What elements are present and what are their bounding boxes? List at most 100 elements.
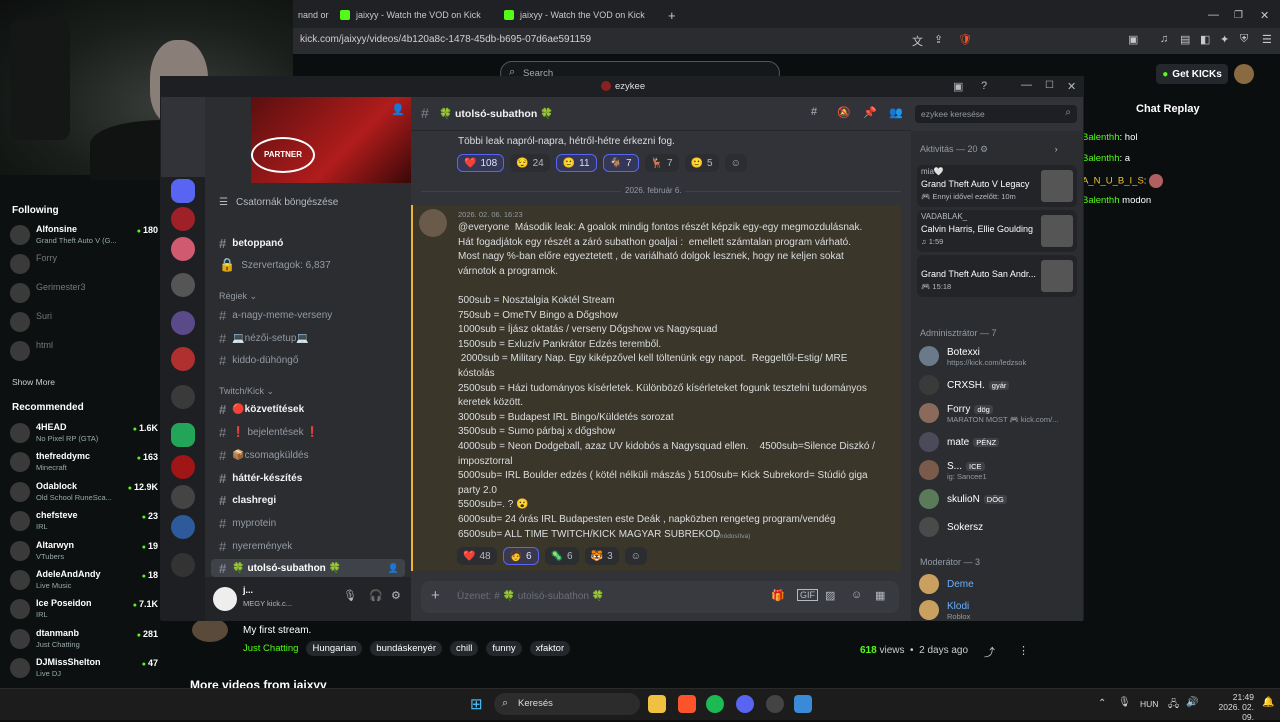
minimize-window-button[interactable]: — xyxy=(1200,4,1227,26)
channel-item[interactable]: # clashregi xyxy=(219,491,276,509)
server-icon[interactable] xyxy=(171,455,195,479)
reaction-button[interactable]: 🐐 7 xyxy=(602,154,639,172)
tag-pill[interactable]: bundáskenyér xyxy=(370,641,442,656)
minimize-button[interactable]: — xyxy=(1021,79,1032,91)
category-regiek[interactable]: Régiek ⌄ xyxy=(219,291,257,302)
invite-icon[interactable]: 👤 xyxy=(388,563,399,574)
reaction-button[interactable]: 🐯 3 xyxy=(584,547,619,565)
add-reaction-icon[interactable]: ☺ xyxy=(724,154,747,172)
brave-browser-icon[interactable] xyxy=(678,695,696,713)
channel-item[interactable]: # ❗ bejelentések ❗ xyxy=(219,423,319,441)
obs-icon[interactable] xyxy=(766,695,784,713)
microphone-icon[interactable]: 🎙 xyxy=(343,589,357,602)
taskbar-search[interactable]: ⌕ Keresés xyxy=(494,693,640,715)
recommended-item[interactable]: OdablockOld School RuneSca... 12.9K xyxy=(10,480,160,508)
activity-card[interactable]: VADABLAK_ Calvin Harris, Ellie Goulding ♫ … xyxy=(917,210,1077,252)
reaction-button[interactable]: 🙂 5 xyxy=(684,154,719,172)
channel-betoppano[interactable]: # betoppanó xyxy=(219,234,283,252)
following-item[interactable]: Alfonsine Grand Theft Auto V (G... 180 xyxy=(10,223,160,251)
avatar[interactable] xyxy=(1234,64,1254,84)
recommended-item[interactable]: 4HEAD No Pixel RP (GTA) 1.6K xyxy=(10,421,160,449)
url-field[interactable]: kick.com/jaixyy/videos/4b120a8c-1478-45d… xyxy=(300,34,591,45)
recommended-item[interactable]: chefsteveIRL 23 xyxy=(10,509,160,537)
spotify-icon[interactable] xyxy=(706,695,724,713)
sidebar-icon[interactable]: ▤ xyxy=(1180,33,1190,46)
channel-avatar[interactable] xyxy=(192,618,228,642)
member-item[interactable]: Forry dög MARATON MOST 🎮 kick.com/... xyxy=(919,402,1079,424)
reaction-button[interactable]: 🙂 11 xyxy=(555,154,597,172)
threads-icon[interactable]: # xyxy=(811,106,817,118)
channel-item[interactable]: # myprotein xyxy=(219,514,276,532)
browse-channels[interactable]: ☰ Csatornák böngészése xyxy=(219,197,338,208)
recommended-item[interactable]: thefreddymcMinecraft 163 xyxy=(10,450,160,478)
following-item[interactable]: Suri xyxy=(10,310,160,338)
add-attachment-icon[interactable]: + xyxy=(431,587,440,604)
tray-chevron-icon[interactable]: ⌃ xyxy=(1098,698,1106,709)
pin-icon[interactable]: 📌 xyxy=(863,106,877,119)
reaction-button[interactable]: 🧑 6 xyxy=(502,547,539,565)
server-folder-icon[interactable] xyxy=(171,273,195,297)
tag-pill[interactable]: chill xyxy=(449,641,479,656)
new-tab-button[interactable]: + xyxy=(660,4,684,26)
close-button[interactable]: ✕ xyxy=(1067,80,1076,93)
channel-item[interactable]: # nyeremények xyxy=(219,537,292,555)
reaction-button[interactable]: 🦌 7 xyxy=(644,154,679,172)
share-icon[interactable]: ⤴ xyxy=(984,644,995,660)
channel-item[interactable]: # a-nagy-meme-verseny xyxy=(219,306,332,324)
browser-tab[interactable]: nand or xyxy=(290,4,337,26)
channel-item[interactable]: # 📦csomagküldés xyxy=(219,446,309,464)
network-icon[interactable]: 🖧 xyxy=(1168,697,1179,714)
channel-item[interactable]: # 💻nézői-setup💻 xyxy=(219,329,309,347)
member-item[interactable]: S... ICE ig: Sancee1 xyxy=(919,459,1079,481)
volume-icon[interactable]: 🔊 xyxy=(1186,697,1198,708)
reaction-button[interactable]: 😌 24 xyxy=(510,154,550,172)
leo-ai-icon[interactable]: ✦ xyxy=(1220,33,1229,46)
discord-icon[interactable] xyxy=(736,695,754,713)
chat-user[interactable]: A_N_U_B_I_S xyxy=(1082,176,1144,187)
reaction-button[interactable]: ❤️ 48 xyxy=(457,547,497,565)
vpn-icon[interactable]: ⛨ xyxy=(1240,33,1248,46)
chevron-right-icon[interactable]: › xyxy=(1055,144,1058,154)
activity-card[interactable]: mia🤍 Grand Theft Auto V Legacy 🎮 Ennyi idő… xyxy=(917,165,1077,207)
recommended-item[interactable]: Ice PoseidonIRL 7.1K xyxy=(10,597,160,625)
brave-shield-icon[interactable]: 🛡 xyxy=(958,33,972,46)
member-item[interactable]: CRXSH. gyár xyxy=(919,374,1079,396)
media-icon[interactable]: ♫ xyxy=(1160,33,1168,45)
sticker-icon[interactable]: ▨ xyxy=(825,589,835,602)
chat-user[interactable]: Balenthh xyxy=(1082,153,1120,164)
menu-icon[interactable]: ☰ xyxy=(1262,33,1272,46)
close-window-button[interactable]: ✕ xyxy=(1252,4,1277,26)
headphones-icon[interactable]: 🎧 xyxy=(369,589,383,602)
recommended-item[interactable]: AdeleAndAndy Live Music 18 xyxy=(10,568,160,596)
maximize-window-button[interactable]: ❐ xyxy=(1226,4,1251,26)
author-avatar[interactable] xyxy=(419,209,447,237)
screenshot-icon[interactable]: ▣ xyxy=(1128,33,1138,46)
server-folder-icon[interactable] xyxy=(171,515,195,539)
server-icon[interactable] xyxy=(171,485,195,509)
more-options-icon[interactable]: ⋮ xyxy=(1018,644,1029,657)
following-item[interactable]: Gerimester3 xyxy=(10,281,160,309)
recommended-item[interactable]: dtanmanbJust Chatting 281 xyxy=(10,627,160,655)
show-more-link[interactable]: Show More xyxy=(12,377,55,387)
recommended-item[interactable]: AltarwynVTubers 19 xyxy=(10,539,160,567)
get-kicks-button[interactable]: ● Get KICKs xyxy=(1156,64,1228,84)
chat-user[interactable]: Balenthh xyxy=(1082,132,1120,143)
server-icon[interactable] xyxy=(171,385,195,409)
wallet-icon[interactable]: ◧ xyxy=(1200,33,1210,46)
notification-bell-icon[interactable]: 🔔 xyxy=(1262,697,1274,708)
following-item[interactable]: html xyxy=(10,339,160,367)
direct-messages-icon[interactable] xyxy=(171,179,195,203)
xbox-server-icon[interactable] xyxy=(171,423,195,447)
microphone-icon[interactable]: 🎙 xyxy=(1118,697,1131,708)
clock[interactable]: 21:49 2026. 02. 09. xyxy=(1214,692,1254,722)
tag-pill[interactable]: funny xyxy=(486,641,522,656)
chat-user[interactable]: Balenthh xyxy=(1082,195,1120,206)
tag-pill[interactable]: xfaktor xyxy=(529,641,571,656)
settings-gear-icon[interactable]: ⚙ xyxy=(391,589,401,602)
category-link[interactable]: Just Chatting xyxy=(243,643,298,654)
channel-item[interactable]: # háttér-készítés xyxy=(219,469,302,487)
member-list-icon[interactable]: 👥 xyxy=(889,106,903,119)
recommended-item[interactable]: DJMissSheltonLive DJ 47 xyxy=(10,656,160,684)
server-folder-icon[interactable] xyxy=(171,311,195,335)
reaction-button[interactable]: 🦠 6 xyxy=(544,547,579,565)
